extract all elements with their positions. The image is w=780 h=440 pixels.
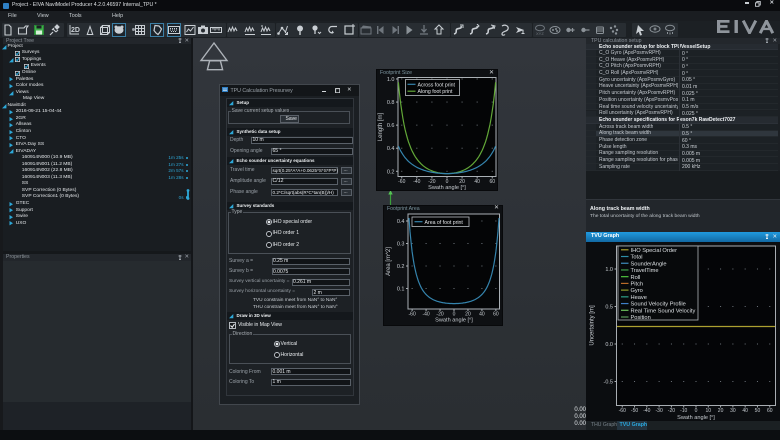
svg-text:0.4: 0.4 [397, 219, 405, 225]
svg-text:0.5: 0.5 [605, 304, 613, 310]
svg-text:0.4: 0.4 [387, 146, 395, 152]
svg-text:0.2: 0.2 [397, 264, 405, 270]
svg-text:Uncertainty [m]: Uncertainty [m] [590, 305, 596, 346]
svg-text:1.0: 1.0 [387, 77, 395, 83]
svg-text:Heave: Heave [631, 294, 647, 300]
svg-text:Gyro: Gyro [631, 288, 643, 294]
svg-text:Sound Velocity Profile: Sound Velocity Profile [631, 301, 686, 307]
svg-text:Across foot print: Across foot print [418, 82, 456, 88]
svg-text:Real Time Sound Velocity: Real Time Sound Velocity [631, 308, 696, 314]
svg-text:SounderAngle: SounderAngle [631, 261, 667, 267]
svg-text:20: 20 [465, 311, 471, 317]
svg-text:IHO Special Order: IHO Special Order [631, 247, 678, 253]
svg-text:0: 0 [695, 407, 698, 413]
svg-text:20: 20 [718, 407, 724, 413]
svg-text:50: 50 [755, 407, 761, 413]
svg-text:1.0: 1.0 [605, 267, 613, 273]
svg-text:-20: -20 [428, 179, 435, 185]
svg-text:-0.5: -0.5 [604, 379, 613, 385]
svg-text:40: 40 [742, 407, 748, 413]
svg-text:0.0: 0.0 [605, 342, 613, 348]
svg-text:Length [m]: Length [m] [378, 112, 384, 141]
svg-text:40: 40 [474, 179, 480, 185]
svg-text:-40: -40 [422, 311, 429, 317]
svg-text:Position: Position [631, 315, 651, 321]
svg-text:0.8: 0.8 [387, 100, 395, 106]
svg-text:0: 0 [453, 311, 456, 317]
svg-text:XYZ: XYZ [536, 31, 544, 36]
svg-text:0.2: 0.2 [387, 169, 395, 175]
svg-text:TravelTime: TravelTime [631, 268, 659, 274]
svg-text:Along foot print: Along foot print [418, 89, 453, 95]
svg-text:-20: -20 [668, 407, 675, 413]
svg-text:40: 40 [479, 311, 485, 317]
svg-text:Area of foot print: Area of foot print [425, 219, 464, 225]
svg-text:0.6: 0.6 [387, 123, 395, 129]
svg-text:-20: -20 [436, 311, 443, 317]
svg-text:60: 60 [767, 407, 773, 413]
svg-text:Roll: Roll [631, 274, 641, 280]
svg-text:Total: Total [631, 254, 643, 260]
svg-text:30: 30 [730, 407, 736, 413]
svg-text:2D: 2D [71, 27, 80, 34]
svg-text:-50: -50 [631, 407, 638, 413]
svg-text:0.1: 0.1 [397, 286, 405, 292]
svg-text:-10: -10 [680, 407, 687, 413]
svg-text:-40: -40 [413, 179, 420, 185]
svg-text:60: 60 [493, 311, 499, 317]
svg-text:0.3: 0.3 [397, 241, 405, 247]
svg-text:Pitch: Pitch [631, 281, 644, 287]
svg-text:-40: -40 [643, 407, 650, 413]
svg-text:60: 60 [489, 179, 495, 185]
svg-text:-60: -60 [409, 311, 416, 317]
svg-text:-60: -60 [619, 407, 626, 413]
svg-text:Area [m^2]: Area [m^2] [386, 246, 392, 275]
svg-text:Swath angle [°]: Swath angle [°] [677, 414, 715, 420]
svg-text:-30: -30 [656, 407, 663, 413]
svg-text:-60: -60 [398, 179, 405, 185]
svg-text:Swath angle [°]: Swath angle [°] [428, 185, 466, 191]
svg-text:10: 10 [706, 407, 712, 413]
svg-text:Swath angle [°]: Swath angle [°] [435, 317, 473, 323]
svg-text:0: 0 [446, 179, 449, 185]
svg-text:20: 20 [459, 179, 465, 185]
